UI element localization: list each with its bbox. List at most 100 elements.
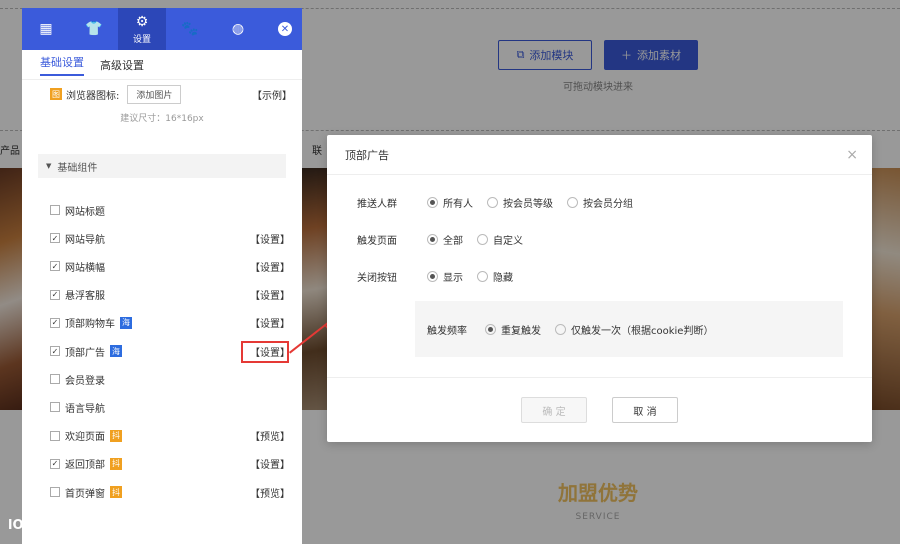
component-checkbox[interactable] <box>50 487 60 497</box>
component-checkbox[interactable] <box>50 205 60 215</box>
component-item: 语言导航 <box>50 399 290 415</box>
layout-icon[interactable]: ▦ <box>22 8 70 50</box>
component-item: 首页弹窗抖 【预览】 <box>50 484 290 500</box>
radio-dot-icon <box>487 196 498 208</box>
component-checkbox[interactable]: ✓ <box>50 346 60 356</box>
group-basic-components[interactable]: ▼ 基础组件 <box>38 154 286 178</box>
palette-icon[interactable]: ◍ <box>214 8 262 50</box>
radio-dot-icon <box>555 323 566 335</box>
trigger-page-label: 触发页面 <box>357 235 397 247</box>
component-checkbox[interactable] <box>50 374 60 385</box>
component-tag-icon: 抖 <box>110 486 122 498</box>
settings-panel: ▦ 👕 ⚙ 设置 🐾 ◍ ✕ 基础设置 高级设置 图 浏览器图标: 添加图片 【… <box>22 8 302 544</box>
radio-label: 显示 <box>443 272 463 284</box>
radio-dot-icon <box>427 196 438 208</box>
component-item: 会员登录 <box>50 371 290 387</box>
push-audience-row: 推送人群 所有人 按会员等级 按会员分组 <box>357 194 647 210</box>
frequency-box: 触发频率 重复触发 仅触发一次（根据cookie判断） <box>415 301 843 357</box>
radio-everyone[interactable]: 所有人 <box>427 195 473 210</box>
component-item: 欢迎页面抖 【预览】 <box>50 428 290 444</box>
component-label: 网站横幅 <box>65 262 105 274</box>
component-action-link[interactable]: 【设置】 <box>250 259 290 274</box>
example-link[interactable]: 【示例】 <box>252 87 292 102</box>
component-item: ✓ 网站横幅 【设置】 <box>50 258 290 274</box>
component-checkbox[interactable]: ✓ <box>50 458 60 469</box>
component-action-link[interactable]: 【预览】 <box>250 485 290 500</box>
component-action-link[interactable]: 【设置】 <box>250 287 290 302</box>
component-item: 网站标题 <box>50 202 290 218</box>
caret-down-icon: ▼ <box>46 162 52 170</box>
settings-tab[interactable]: ⚙ 设置 <box>118 8 166 50</box>
component-label: 顶部购物车 <box>65 319 115 331</box>
component-item: ✓ 悬浮客服 【设置】 <box>50 287 290 303</box>
add-image-button[interactable]: 添加图片 <box>127 84 182 104</box>
component-action-link[interactable]: 【设置】 <box>250 456 290 471</box>
radio-hide[interactable]: 隐藏 <box>477 269 513 284</box>
radio-label: 自定义 <box>493 235 523 247</box>
component-label: 返回顶部 <box>65 460 105 472</box>
dialog-close-icon[interactable]: × <box>846 147 858 163</box>
size-hint: 建议尺寸：16*16px <box>120 114 204 124</box>
component-checkbox[interactable]: ✓ <box>50 289 60 300</box>
trigger-frequency-label: 触发频率 <box>427 325 467 337</box>
component-item: ✓ 网站导航 【设置】 <box>50 230 290 246</box>
trigger-page-row: 触发页面 全部 自定义 <box>357 231 537 247</box>
component-label: 会员登录 <box>65 375 105 387</box>
component-action-link[interactable]: 【设置】 <box>250 315 290 330</box>
tab-advanced-settings[interactable]: 高级设置 <box>100 57 144 73</box>
component-checkbox[interactable] <box>50 402 60 413</box>
favicon-label: 浏览器图标: <box>66 90 120 102</box>
panel-icon-bar: ▦ 👕 ⚙ 设置 🐾 ◍ ✕ <box>22 8 302 50</box>
radio-dot-icon <box>477 270 488 282</box>
radio-dot-icon <box>477 233 488 245</box>
radio-dot-icon <box>567 196 578 208</box>
component-checkbox[interactable]: ✓ <box>50 261 60 272</box>
component-item: ✓ 顶部购物车海 【设置】 <box>50 315 290 331</box>
paw-icon[interactable]: 🐾 <box>166 8 214 50</box>
component-label: 网站导航 <box>65 234 105 246</box>
radio-label: 隐藏 <box>493 272 513 284</box>
trigger-frequency-row: 触发频率 重复触发 仅触发一次（根据cookie判断） <box>427 321 727 337</box>
settings-tab-label: 设置 <box>132 34 151 45</box>
component-label: 顶部广告 <box>65 347 105 359</box>
component-tag-icon: 海 <box>110 345 122 357</box>
radio-member-group[interactable]: 按会员分组 <box>567 195 633 210</box>
component-action-link[interactable]: 【预览】 <box>250 428 290 443</box>
dialog-footer-divider <box>327 377 872 378</box>
radio-label: 所有人 <box>443 198 473 210</box>
theme-shirt-icon[interactable]: 👕 <box>70 8 118 50</box>
component-label: 首页弹窗 <box>65 488 105 500</box>
component-label: 悬浮客服 <box>65 291 105 303</box>
dialog-header: 顶部广告 × <box>327 135 872 175</box>
radio-dot-icon <box>485 323 496 335</box>
radio-trigger-once[interactable]: 仅触发一次（根据cookie判断） <box>555 322 713 337</box>
radio-member-level[interactable]: 按会员等级 <box>487 195 553 210</box>
component-checkbox[interactable]: ✓ <box>50 317 60 328</box>
panel-tabs: 基础设置 高级设置 <box>22 50 302 80</box>
radio-label: 按会员分组 <box>583 198 633 210</box>
component-label: 网站标题 <box>65 206 105 218</box>
radio-label: 重复触发 <box>501 325 541 337</box>
confirm-button[interactable]: 确 定 <box>521 397 587 423</box>
watermark-brand: 大数跨境 <box>40 517 101 535</box>
cancel-button[interactable]: 取 消 <box>612 397 678 423</box>
radio-dot-icon <box>427 233 438 245</box>
tab-basic-settings[interactable]: 基础设置 <box>40 54 84 76</box>
component-checkbox[interactable]: ✓ <box>50 233 60 244</box>
radio-all-pages[interactable]: 全部 <box>427 232 463 247</box>
radio-label: 全部 <box>443 235 463 247</box>
component-tag-icon: 海 <box>120 316 132 329</box>
favicon-row: 图 浏览器图标: 添加图片 【示例】 <box>50 84 292 104</box>
radio-repeat-trigger[interactable]: 重复触发 <box>485 322 541 337</box>
push-audience-label: 推送人群 <box>357 198 397 210</box>
radio-show[interactable]: 显示 <box>427 269 463 284</box>
radio-custom-pages[interactable]: 自定义 <box>477 232 523 247</box>
close-button-row: 关闭按钮 显示 隐藏 <box>357 268 527 284</box>
radio-label: 仅触发一次（根据cookie判断） <box>571 325 714 337</box>
panel-close-button[interactable]: ✕ <box>268 8 302 50</box>
watermark-logo: lOO <box>8 518 35 533</box>
close-button-label: 关闭按钮 <box>357 272 397 284</box>
component-checkbox[interactable] <box>50 430 60 441</box>
component-action-link[interactable]: 【设置】 <box>250 231 290 246</box>
dialog-title: 顶部广告 <box>345 148 389 162</box>
